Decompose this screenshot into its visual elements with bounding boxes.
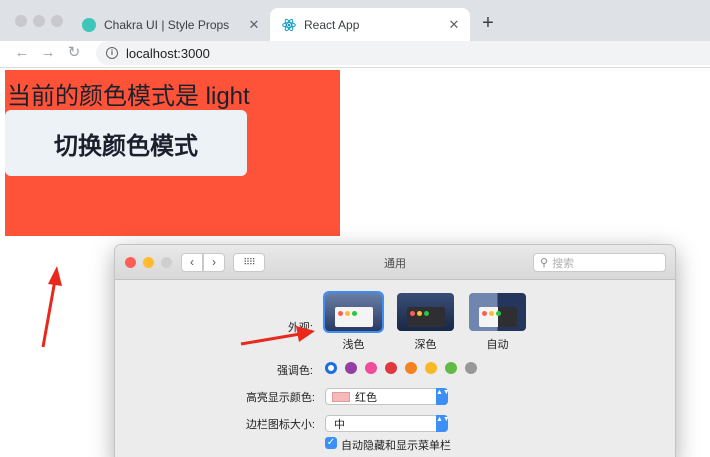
highlight-color-label: 高亮显示颜色: <box>245 392 315 404</box>
browser-toolbar: ← → ↻ i localhost:3000 <box>0 41 710 68</box>
accent-color-label: 强调色: <box>276 365 313 377</box>
sidebar-icon-size-label: 边栏图标大小: <box>245 419 315 431</box>
tab-react-app[interactable]: React App ✕ <box>270 8 470 41</box>
toggle-color-mode-button[interactable]: 切换颜色模式 <box>5 110 247 176</box>
search-icon: ⚲ <box>540 257 549 269</box>
prefs-titlebar: ‹ › ⠿⠿ 通用 ⚲ 搜索 <box>115 245 675 280</box>
appearance-light-thumb[interactable] <box>325 293 382 331</box>
appearance-auto-label[interactable]: 自动 <box>469 336 526 352</box>
browser-tab-strip: Chakra UI | Style Props ✕ React App ✕ + <box>0 0 710 41</box>
tab-chakra-ui[interactable]: Chakra UI | Style Props ✕ <box>70 8 270 41</box>
site-info-icon[interactable]: i <box>106 47 118 59</box>
search-placeholder: 搜索 <box>552 257 575 270</box>
appearance-dark-label[interactable]: 深色 <box>397 336 454 352</box>
url-text[interactable]: localhost:3000 <box>126 46 210 61</box>
accent-color-swatch[interactable] <box>465 362 477 374</box>
forward-arrow-icon[interactable]: → <box>38 43 58 63</box>
sidebar-icon-size-popup[interactable]: 中 ▲▼ <box>325 415 450 432</box>
tab-title: React App <box>304 17 360 32</box>
accent-color-swatch[interactable] <box>325 362 337 374</box>
sidebar-icon-size-value: 中 <box>334 418 345 431</box>
chakra-logo-icon <box>82 17 96 32</box>
accent-color-swatch[interactable] <box>445 362 457 374</box>
window-zoom-dot[interactable] <box>51 15 63 27</box>
color-mode-text: 当前的颜色模式是 light <box>7 83 250 110</box>
prefs-search-field[interactable]: ⚲ 搜索 <box>533 253 666 272</box>
autohide-menubar-checkbox[interactable]: ✓ <box>325 437 337 449</box>
window-close-dot[interactable] <box>15 15 27 27</box>
appearance-dark-thumb[interactable] <box>397 293 454 331</box>
accent-color-swatch[interactable] <box>405 362 417 374</box>
appearance-auto-thumb[interactable] <box>469 293 526 331</box>
red-arrow-annotation <box>41 266 62 348</box>
appearance-light-label[interactable]: 浅色 <box>325 336 382 352</box>
close-tab-icon[interactable]: ✕ <box>246 17 262 33</box>
new-tab-button[interactable]: + <box>478 13 498 33</box>
highlight-color-popup[interactable]: 红色 ▲▼ <box>325 388 450 405</box>
screen: Chakra UI | Style Props ✕ React App ✕ + … <box>0 0 710 457</box>
address-bar[interactable]: i localhost:3000 <box>96 41 710 65</box>
window-minimize-dot[interactable] <box>33 15 45 27</box>
red-arrow-annotation <box>240 326 315 346</box>
accent-color-swatch[interactable] <box>365 362 377 374</box>
popup-arrows-icon: ▲▼ <box>436 415 450 432</box>
accent-color-swatch[interactable] <box>345 362 357 374</box>
highlight-swatch <box>332 391 350 402</box>
highlight-color-value: 红色 <box>355 391 377 404</box>
autohide-menubar-label[interactable]: 自动隐藏和显示菜单栏 <box>341 437 451 453</box>
accent-color-swatch[interactable] <box>425 362 437 374</box>
back-arrow-icon[interactable]: ← <box>12 43 32 63</box>
react-logo-icon <box>282 18 296 32</box>
accent-color-swatch[interactable] <box>385 362 397 374</box>
system-preferences-window: ‹ › ⠿⠿ 通用 ⚲ 搜索 外观: <box>115 245 675 457</box>
tab-title: Chakra UI | Style Props <box>104 17 230 32</box>
popup-arrows-icon: ▲▼ <box>436 388 450 405</box>
close-tab-icon[interactable]: ✕ <box>446 17 462 33</box>
reload-icon[interactable]: ↻ <box>64 43 84 63</box>
